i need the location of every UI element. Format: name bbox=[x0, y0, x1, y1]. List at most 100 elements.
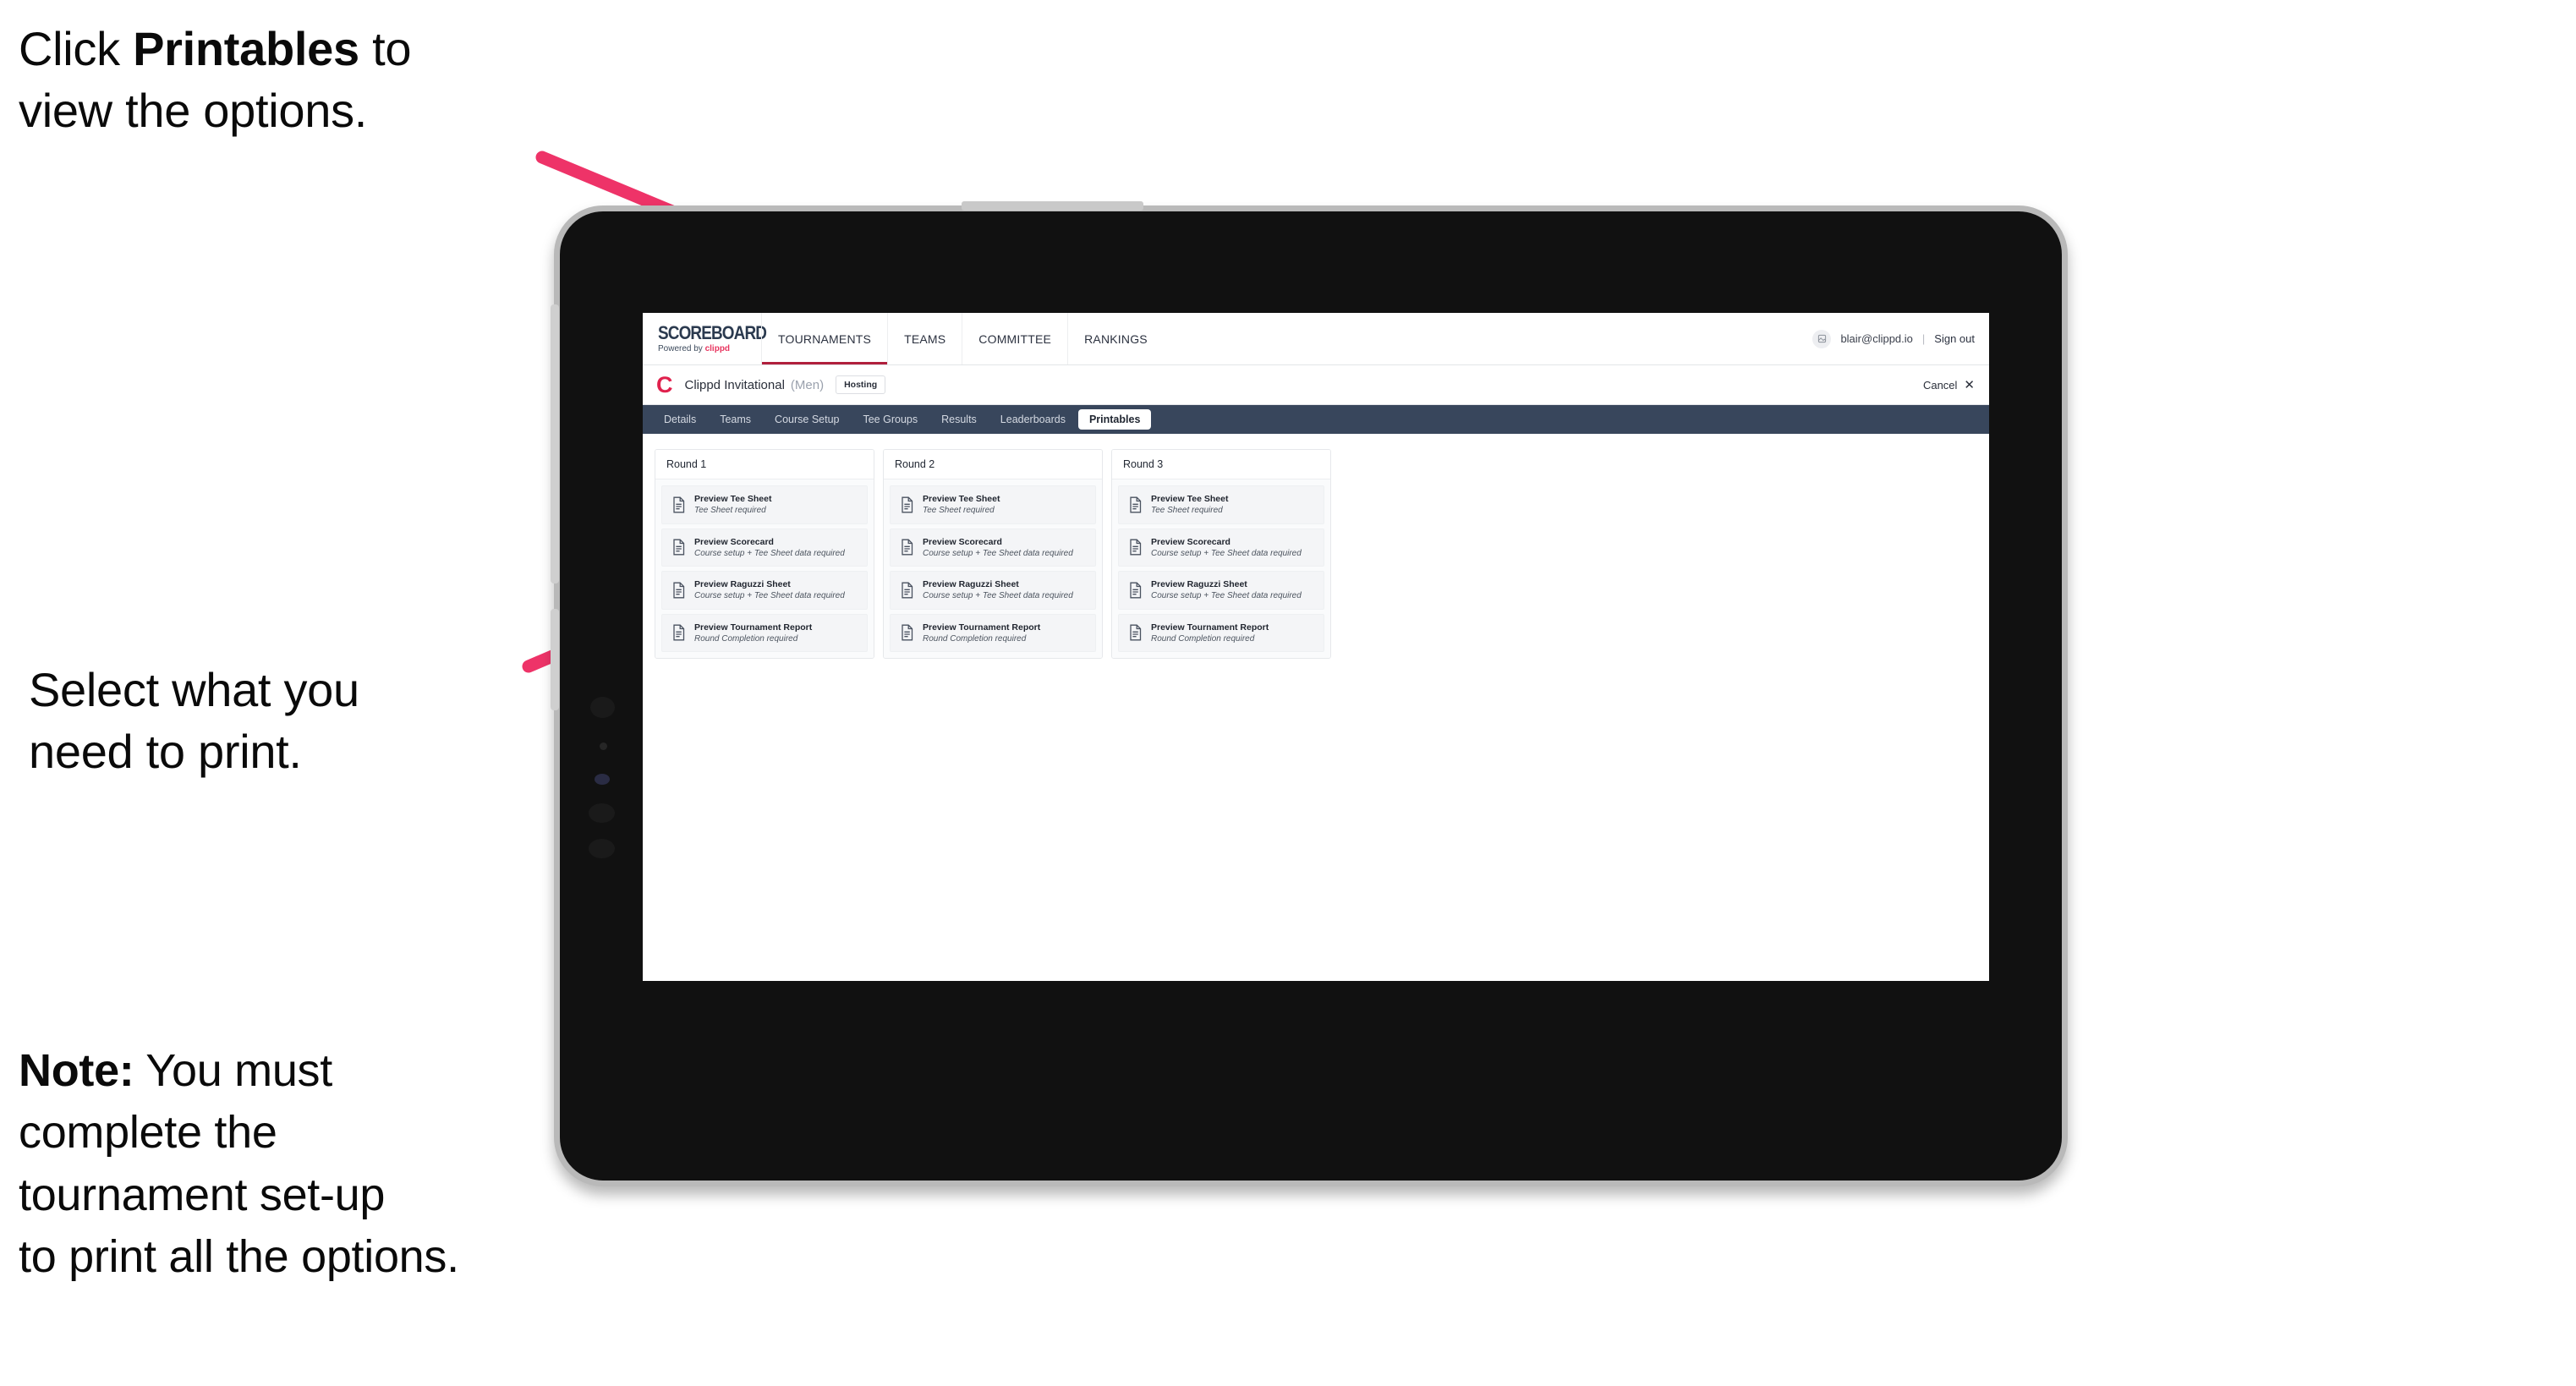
printable-item-title: Preview Raguzzi Sheet bbox=[923, 579, 1019, 590]
annotation-step-1: Click Printables to view the options. bbox=[19, 19, 577, 142]
printables-content: Round 1 Preview Tee Sheet Tee Sheet requ… bbox=[643, 434, 1989, 981]
printable-item-title: Preview Tournament Report bbox=[923, 622, 1041, 633]
tournament-name: Clippd Invitational bbox=[684, 377, 785, 392]
printable-item-title: Preview Tournament Report bbox=[694, 622, 813, 633]
printable-item-requirement: Tee Sheet required bbox=[1151, 506, 1223, 516]
printable-item-text: Preview Raguzzi Sheet Course setup + Tee… bbox=[1151, 579, 1302, 601]
tournament-gender: (Men) bbox=[790, 377, 825, 392]
document-icon bbox=[1128, 496, 1143, 513]
logo-tagline-prefix: Powered by bbox=[658, 344, 705, 353]
document-icon bbox=[1128, 582, 1143, 599]
printable-item-requirement: Course setup + Tee Sheet data required bbox=[694, 548, 845, 558]
printable-item-requirement: Course setup + Tee Sheet data required bbox=[694, 591, 845, 601]
printable-item[interactable]: Preview Scorecard Course setup + Tee She… bbox=[890, 528, 1096, 567]
printable-item-title: Preview Raguzzi Sheet bbox=[1151, 579, 1247, 590]
annotation-note-label: Note: bbox=[19, 1045, 134, 1096]
scoreboard-logo-tagline: Powered by clippd bbox=[658, 345, 761, 353]
document-icon bbox=[900, 496, 914, 513]
tab-course-setup[interactable]: Course Setup bbox=[764, 409, 850, 430]
printable-item-text: Preview Tee Sheet Tee Sheet required bbox=[1151, 494, 1228, 516]
tablet-camera-lens bbox=[595, 774, 610, 785]
user-email: blair@clippd.io bbox=[1840, 332, 1913, 345]
nav-item-committee[interactable]: COMMITTEE bbox=[962, 313, 1067, 364]
scoreboard-logo[interactable]: SCOREBOARD Powered by clippd bbox=[643, 313, 767, 364]
tablet-speaker-hole-2 bbox=[589, 803, 615, 823]
printable-item-title: Preview Scorecard bbox=[1151, 536, 1230, 547]
printable-item-title: Preview Raguzzi Sheet bbox=[694, 579, 791, 590]
printable-item-text: Preview Raguzzi Sheet Course setup + Tee… bbox=[694, 579, 845, 601]
rounds-grid: Round 1 Preview Tee Sheet Tee Sheet requ… bbox=[655, 449, 1977, 660]
close-icon: ✕ bbox=[1964, 377, 1975, 392]
round-items: Preview Tee Sheet Tee Sheet required Pre… bbox=[884, 479, 1102, 659]
printable-item[interactable]: Preview Tee Sheet Tee Sheet required bbox=[661, 485, 868, 524]
round-title: Round 3 bbox=[1112, 450, 1330, 479]
document-icon bbox=[1128, 624, 1143, 641]
round-card: Round 2 Preview Tee Sheet Tee Sheet requ… bbox=[883, 449, 1103, 660]
printable-item-requirement: Course setup + Tee Sheet data required bbox=[923, 548, 1073, 558]
printable-item-text: Preview Tournament Report Round Completi… bbox=[923, 622, 1040, 644]
printable-item-text: Preview Tee Sheet Tee Sheet required bbox=[694, 494, 771, 516]
printable-item[interactable]: Preview Tournament Report Round Completi… bbox=[890, 613, 1096, 653]
tournament-titlebar: C Clippd Invitational (Men) Hosting Canc… bbox=[643, 365, 1989, 405]
document-icon bbox=[671, 496, 686, 513]
document-icon bbox=[671, 624, 686, 641]
tournament-subnav: Details Teams Course Setup Tee Groups Re… bbox=[643, 405, 1989, 434]
tablet-power-button[interactable] bbox=[962, 201, 1143, 211]
annotation-step-1-emphasis: Printables bbox=[133, 22, 359, 75]
tab-results[interactable]: Results bbox=[930, 409, 988, 430]
tablet-device: SCOREBOARD Powered by clippd TOURNAMENTS… bbox=[551, 201, 2068, 1186]
document-icon bbox=[900, 624, 914, 641]
tablet-mic-hole bbox=[600, 742, 607, 750]
printable-item[interactable]: Preview Tee Sheet Tee Sheet required bbox=[1118, 485, 1324, 524]
tab-tee-groups[interactable]: Tee Groups bbox=[852, 409, 929, 430]
logo-tagline-brand: clippd bbox=[704, 344, 731, 353]
screenshot-stage: Click Printables to view the options. Se… bbox=[0, 0, 2576, 1386]
header-separator: | bbox=[1921, 332, 1926, 345]
printable-item[interactable]: Preview Scorecard Course setup + Tee She… bbox=[1118, 528, 1324, 567]
primary-nav: TOURNAMENTS TEAMS COMMITTEE RANKINGS bbox=[761, 313, 1164, 364]
printable-item[interactable]: Preview Tournament Report Round Completi… bbox=[1118, 613, 1324, 653]
tab-details[interactable]: Details bbox=[653, 409, 707, 430]
printable-item-title: Preview Scorecard bbox=[694, 536, 774, 547]
printable-item-title: Preview Tee Sheet bbox=[694, 494, 772, 504]
clippd-brand-icon: C bbox=[656, 371, 673, 397]
printable-item-text: Preview Tournament Report Round Completi… bbox=[1151, 622, 1269, 644]
printable-item[interactable]: Preview Raguzzi Sheet Course setup + Tee… bbox=[661, 571, 868, 610]
tab-leaderboards[interactable]: Leaderboards bbox=[989, 409, 1077, 430]
round-card: Round 3 Preview Tee Sheet Tee Sheet requ… bbox=[1111, 449, 1331, 660]
printable-item[interactable]: Preview Raguzzi Sheet Course setup + Tee… bbox=[890, 571, 1096, 610]
document-icon bbox=[900, 582, 914, 599]
tab-teams[interactable]: Teams bbox=[709, 409, 762, 430]
printable-item-text: Preview Scorecard Course setup + Tee She… bbox=[694, 537, 845, 559]
user-avatar-icon[interactable] bbox=[1812, 329, 1832, 348]
tablet-side-rail-lower[interactable] bbox=[551, 609, 559, 710]
tablet-screen: SCOREBOARD Powered by clippd TOURNAMENTS… bbox=[643, 313, 1989, 981]
cancel-button[interactable]: Cancel ✕ bbox=[1923, 379, 1975, 392]
document-icon bbox=[671, 582, 686, 599]
document-icon bbox=[1128, 539, 1143, 556]
nav-item-teams[interactable]: TEAMS bbox=[887, 313, 962, 364]
printable-item[interactable]: Preview Raguzzi Sheet Course setup + Tee… bbox=[1118, 571, 1324, 610]
tablet-volume-rail[interactable] bbox=[551, 304, 559, 583]
printable-item[interactable]: Preview Tee Sheet Tee Sheet required bbox=[890, 485, 1096, 524]
printable-item-requirement: Round Completion required bbox=[694, 633, 798, 644]
printable-item-requirement: Tee Sheet required bbox=[694, 506, 766, 516]
document-icon bbox=[671, 539, 686, 556]
nav-item-tournaments[interactable]: TOURNAMENTS bbox=[761, 313, 888, 364]
app-header: SCOREBOARD Powered by clippd TOURNAMENTS… bbox=[643, 313, 1989, 365]
sign-out-link[interactable]: Sign out bbox=[1934, 332, 1975, 345]
printable-item[interactable]: Preview Tournament Report Round Completi… bbox=[661, 613, 868, 653]
scoreboard-logo-title: SCOREBOARD bbox=[658, 322, 767, 343]
nav-item-rankings[interactable]: RANKINGS bbox=[1067, 313, 1164, 364]
tab-printables[interactable]: Printables bbox=[1077, 409, 1152, 430]
printable-item-requirement: Tee Sheet required bbox=[923, 506, 995, 516]
round-items: Preview Tee Sheet Tee Sheet required Pre… bbox=[1112, 479, 1330, 659]
printable-item-text: Preview Scorecard Course setup + Tee She… bbox=[923, 537, 1073, 559]
printable-item-text: Preview Scorecard Course setup + Tee She… bbox=[1151, 537, 1302, 559]
tablet-speaker-hole-3 bbox=[589, 839, 615, 858]
printable-item[interactable]: Preview Scorecard Course setup + Tee She… bbox=[661, 528, 868, 567]
printable-item-text: Preview Raguzzi Sheet Course setup + Tee… bbox=[923, 579, 1073, 601]
round-card: Round 1 Preview Tee Sheet Tee Sheet requ… bbox=[655, 449, 874, 660]
printable-item-title: Preview Tournament Report bbox=[1151, 622, 1269, 633]
printable-item-text: Preview Tournament Report Round Completi… bbox=[694, 622, 812, 644]
